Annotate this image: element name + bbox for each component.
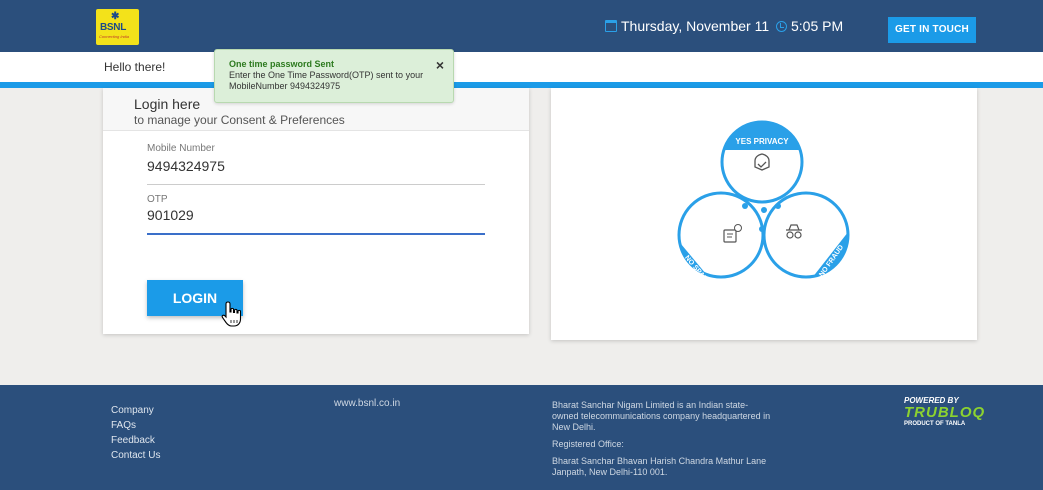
login-title: Login here — [134, 96, 201, 112]
footer-registered-label: Registered Office: — [552, 439, 624, 449]
date-text: Thursday, November 11 — [621, 18, 770, 34]
fraud-banner — [801, 222, 848, 277]
clock-icon — [776, 20, 787, 32]
time-text: 5:05 PM — [791, 18, 844, 34]
footer-link-faqs[interactable]: FAQs — [111, 418, 160, 433]
otp-label: OTP — [147, 194, 168, 205]
brand-name: BSNL — [100, 22, 127, 33]
message-icon — [723, 229, 737, 243]
calendar-icon — [605, 20, 617, 32]
hand-cursor-icon — [221, 301, 242, 327]
otp-underline — [147, 233, 485, 235]
trubloq-logo: TRUBLOQ — [904, 404, 986, 421]
bsnl-emblem-icon: ✱ — [111, 11, 120, 22]
mobile-number-input[interactable] — [147, 158, 485, 174]
login-card: Login here to manage your Consent & Pref… — [103, 88, 529, 334]
toast-title: One time password Sent — [229, 59, 335, 69]
mobile-number-label: Mobile Number — [147, 143, 215, 154]
current-time: 5:05 PM — [776, 18, 843, 34]
toast-message: Enter the One Time Password(OTP) sent to… — [229, 70, 424, 91]
greeting-text: Hello there! — [104, 60, 166, 74]
trubloq-tagline: PRODUCT OF TANLA — [904, 421, 966, 427]
privacy-venn-illustration: YES PRIVACY NO SPAM NO FRAUD — [677, 120, 850, 284]
check-icon — [757, 161, 767, 168]
footer-website-link[interactable]: www.bsnl.co.in — [334, 398, 400, 409]
otp-input[interactable] — [147, 207, 485, 223]
brand-tagline: Connecting India — [99, 34, 130, 39]
footer-links: Company FAQs Feedback Contact Us — [111, 403, 160, 463]
fraud-label: NO FRAUD — [818, 244, 845, 278]
footer-link-contact-us[interactable]: Contact Us — [111, 448, 160, 463]
privacy-label: YES PRIVACY — [735, 137, 789, 146]
get-in-touch-button[interactable]: GET IN TOUCH — [888, 17, 976, 43]
bsnl-logo[interactable]: ✱ BSNL Connecting India — [96, 9, 139, 45]
otp-sent-toast: One time password Sent Enter the One Tim… — [214, 49, 454, 103]
close-icon[interactable]: × — [436, 58, 444, 72]
shield-icon — [754, 153, 770, 171]
mobile-number-underline — [147, 184, 485, 185]
footer-address: Bharat Sanchar Bhavan Harish Chandra Mat… — [552, 456, 767, 477]
footer-link-feedback[interactable]: Feedback — [111, 433, 160, 448]
powered-by-badge: POWERED BY TRUBLOQ PRODUCT OF TANLA — [904, 396, 985, 427]
footer-about: Bharat Sanchar Nigam Limited is an India… — [552, 400, 772, 484]
spy-icon — [786, 224, 802, 231]
current-date: Thursday, November 11 — [605, 18, 769, 34]
privacy-illustration-card: YES PRIVACY NO SPAM NO FRAUD — [551, 88, 977, 340]
spam-label: NO SPAM — [683, 254, 709, 283]
block-icon — [734, 224, 742, 232]
top-navbar: ✱ BSNL Connecting India Thursday, Novemb… — [0, 0, 1043, 52]
footer: Company FAQs Feedback Contact Us www.bsn… — [0, 385, 1043, 490]
footer-about-text: Bharat Sanchar Nigam Limited is an India… — [552, 400, 771, 432]
footer-link-company[interactable]: Company — [111, 403, 160, 418]
login-subtitle: to manage your Consent & Preferences — [134, 113, 345, 127]
